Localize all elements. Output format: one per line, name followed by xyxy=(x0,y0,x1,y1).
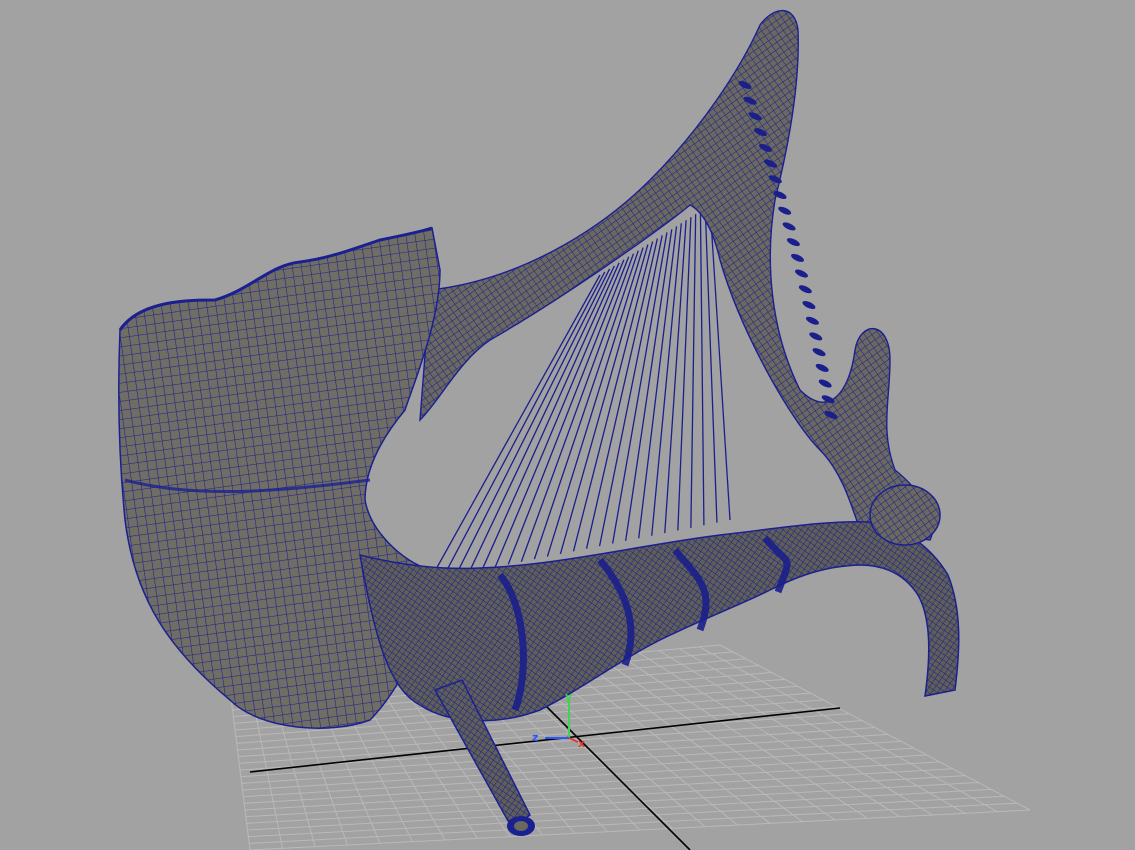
tuning-pin xyxy=(795,269,808,278)
grid-line xyxy=(597,655,836,821)
tuning-pin xyxy=(791,253,804,262)
neck-joint[interactable] xyxy=(869,484,941,546)
y-axis-label: y xyxy=(565,690,572,703)
harp-string xyxy=(598,235,663,547)
viewport-canvas[interactable]: y z x xyxy=(0,0,1135,850)
tuning-pin xyxy=(778,206,792,215)
harp-string xyxy=(699,211,705,526)
tuning-pin xyxy=(786,238,800,247)
tuning-pin xyxy=(802,300,816,310)
harp-string xyxy=(572,241,654,552)
harp-string xyxy=(704,208,718,523)
z-axis-label: z xyxy=(532,731,538,744)
tuning-pin xyxy=(782,222,796,231)
harp-string xyxy=(677,217,692,531)
tuning-pin xyxy=(812,348,826,357)
harp-string xyxy=(651,223,682,536)
harp-string xyxy=(664,220,687,534)
tuning-pin xyxy=(818,379,832,388)
tuning-pin xyxy=(798,285,812,294)
grid-line xyxy=(576,657,803,823)
x-axis-label: x xyxy=(578,737,585,750)
grid-axis-z xyxy=(529,689,691,850)
tuning-pin xyxy=(815,363,829,372)
tuning-pin xyxy=(809,332,823,341)
tuning-pin xyxy=(805,316,819,325)
3d-viewport[interactable]: y z x xyxy=(0,0,1135,850)
harp-string xyxy=(611,232,668,544)
harp-string xyxy=(690,214,697,528)
